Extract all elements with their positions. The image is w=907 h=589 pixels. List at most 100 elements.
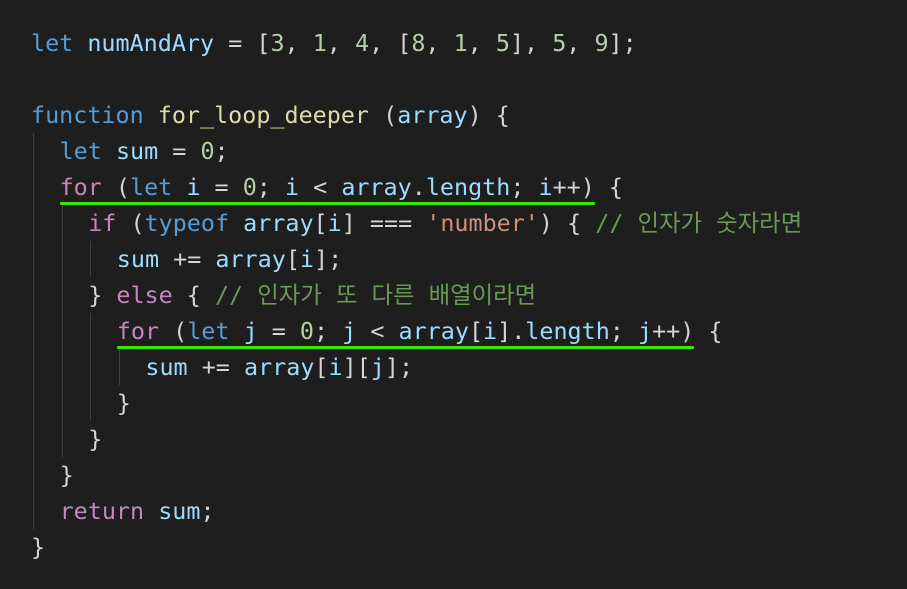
code-token-op: ,: [326, 29, 355, 57]
code-token-op: ) {: [538, 209, 596, 237]
code-token-cmt: // 인자가 숫자라면: [595, 209, 803, 237]
code-token-op: ];: [384, 353, 414, 381]
code-token-var: j: [370, 353, 385, 381]
code-line[interactable]: }: [31, 529, 45, 565]
code-token-var: length: [425, 173, 511, 201]
code-token-op: = [: [214, 29, 271, 57]
code-line[interactable]: return sum;: [60, 493, 215, 529]
code-token-kw-ctrl: return: [59, 497, 145, 525]
code-token-kw-ctrl: else: [116, 281, 173, 309]
code-token-op: ,: [467, 29, 496, 57]
code-token-op: }: [116, 389, 131, 417]
code-token-op: [: [285, 245, 300, 273]
code-token-op: {: [172, 281, 215, 309]
code-token-var: array: [243, 353, 315, 381]
code-token-var: i: [186, 173, 201, 201]
code-token-kw-blue: let: [187, 317, 230, 345]
code-token-op: (: [116, 209, 145, 237]
code-token-op: }: [88, 281, 117, 309]
code-token-op: [229, 209, 243, 237]
code-token-op: [: [314, 353, 329, 381]
code-token-var: i: [327, 209, 342, 237]
code-line[interactable]: } else { // 인자가 또 다른 배열이라면: [88, 277, 536, 313]
code-token-op: [144, 497, 158, 525]
code-line[interactable]: for (let i = 0; i < array.length; i++) {: [60, 169, 623, 205]
code-token-op: }: [59, 461, 74, 489]
code-token-var: array: [398, 317, 469, 345]
code-token-var: j: [342, 317, 357, 345]
code-token-op: ] ===: [341, 209, 427, 237]
code-token-var: i: [483, 317, 498, 345]
code-token-op: ],: [509, 29, 553, 57]
code-line[interactable]: }: [117, 385, 131, 421]
code-token-op: (: [101, 173, 131, 201]
code-line[interactable]: sum += array[i];: [117, 241, 342, 277]
code-token-op: ];: [608, 29, 637, 57]
code-token-var: j: [637, 317, 653, 345]
code-token-num: 0: [299, 317, 314, 345]
code-token-op: ,: [284, 29, 313, 57]
code-token-op: ];: [314, 245, 343, 273]
code-token-num: 5: [552, 29, 567, 57]
code-token-var: i: [299, 245, 314, 273]
code-token-op: [144, 101, 158, 129]
code-token-op: ;: [609, 317, 638, 345]
code-token-op: ;: [314, 317, 343, 345]
indent-guide: [61, 205, 63, 457]
code-token-var: i: [538, 173, 553, 201]
code-token-num: 8: [411, 29, 426, 57]
code-token-kw-ctrl: for: [116, 317, 160, 345]
code-token-fn: for_loop_deeper: [157, 101, 370, 129]
code-line[interactable]: sum += array[i][j];: [145, 349, 413, 385]
code-token-op: =: [257, 317, 300, 345]
code-token-var: i: [328, 353, 343, 381]
code-token-op: ;: [214, 137, 229, 165]
code-token-kw-blue: function: [31, 101, 144, 129]
code-line[interactable]: let numAndAry = [3, 1, 4, [8, 1, 5], 5, …: [31, 25, 637, 61]
indent-guide: [90, 241, 92, 277]
code-token-num: 1: [453, 29, 468, 57]
code-token-op: (: [369, 101, 398, 129]
code-editor[interactable]: let numAndAry = [3, 1, 4, [8, 1, 5], 5 , …: [0, 0, 907, 589]
code-token-op: <: [356, 317, 399, 345]
code-token-op: [: [313, 209, 328, 237]
code-line[interactable]: }: [88, 421, 102, 457]
code-line[interactable]: }: [60, 457, 74, 493]
code-token-kw-ctrl: if: [88, 209, 117, 237]
code-token-op: ) {: [467, 101, 510, 129]
indent-guide: [118, 349, 120, 385]
code-line[interactable]: if (typeof array[i] === 'number') { // 인…: [88, 205, 802, 241]
code-token-op: ;: [200, 497, 215, 525]
code-token-num: 4: [354, 29, 370, 57]
code-token-num: 9: [594, 29, 609, 57]
code-token-op: [102, 137, 116, 165]
code-token-op: [73, 29, 87, 57]
code-token-op: , [: [369, 29, 412, 57]
code-token-op: ,: [425, 29, 454, 57]
code-token-var: array: [243, 209, 314, 237]
code-line[interactable]: for (let j = 0; j < array[i].length; j++…: [117, 313, 723, 349]
code-token-op: ].: [497, 317, 526, 345]
code-token-op: [: [468, 317, 484, 345]
code-token-op: }: [31, 533, 46, 561]
code-token-op: ++) {: [652, 317, 723, 345]
code-token-var: array: [215, 245, 286, 273]
code-token-cmt: // 인자가 또 다른 배열이라면: [214, 281, 537, 309]
code-line[interactable]: function for_loop_deeper (array) {: [31, 97, 510, 133]
code-token-var: numAndAry: [87, 29, 215, 57]
code-token-var: sum: [145, 353, 188, 381]
code-token-op: [229, 317, 243, 345]
code-token-var: array: [341, 173, 412, 201]
indent-guide: [90, 313, 92, 421]
code-token-kw-blue: let: [59, 137, 102, 165]
code-line[interactable]: let sum = 0;: [60, 133, 229, 169]
code-token-num: 3: [270, 29, 285, 57]
code-token-op: }: [88, 425, 103, 453]
code-token-var: sum: [115, 137, 159, 165]
code-token-op: =: [200, 173, 243, 201]
code-token-op: ][: [342, 353, 371, 381]
code-token-var: i: [284, 173, 300, 201]
code-token-op: (: [159, 317, 188, 345]
code-token-str: 'number': [426, 209, 539, 237]
code-token-op: =: [158, 137, 201, 165]
